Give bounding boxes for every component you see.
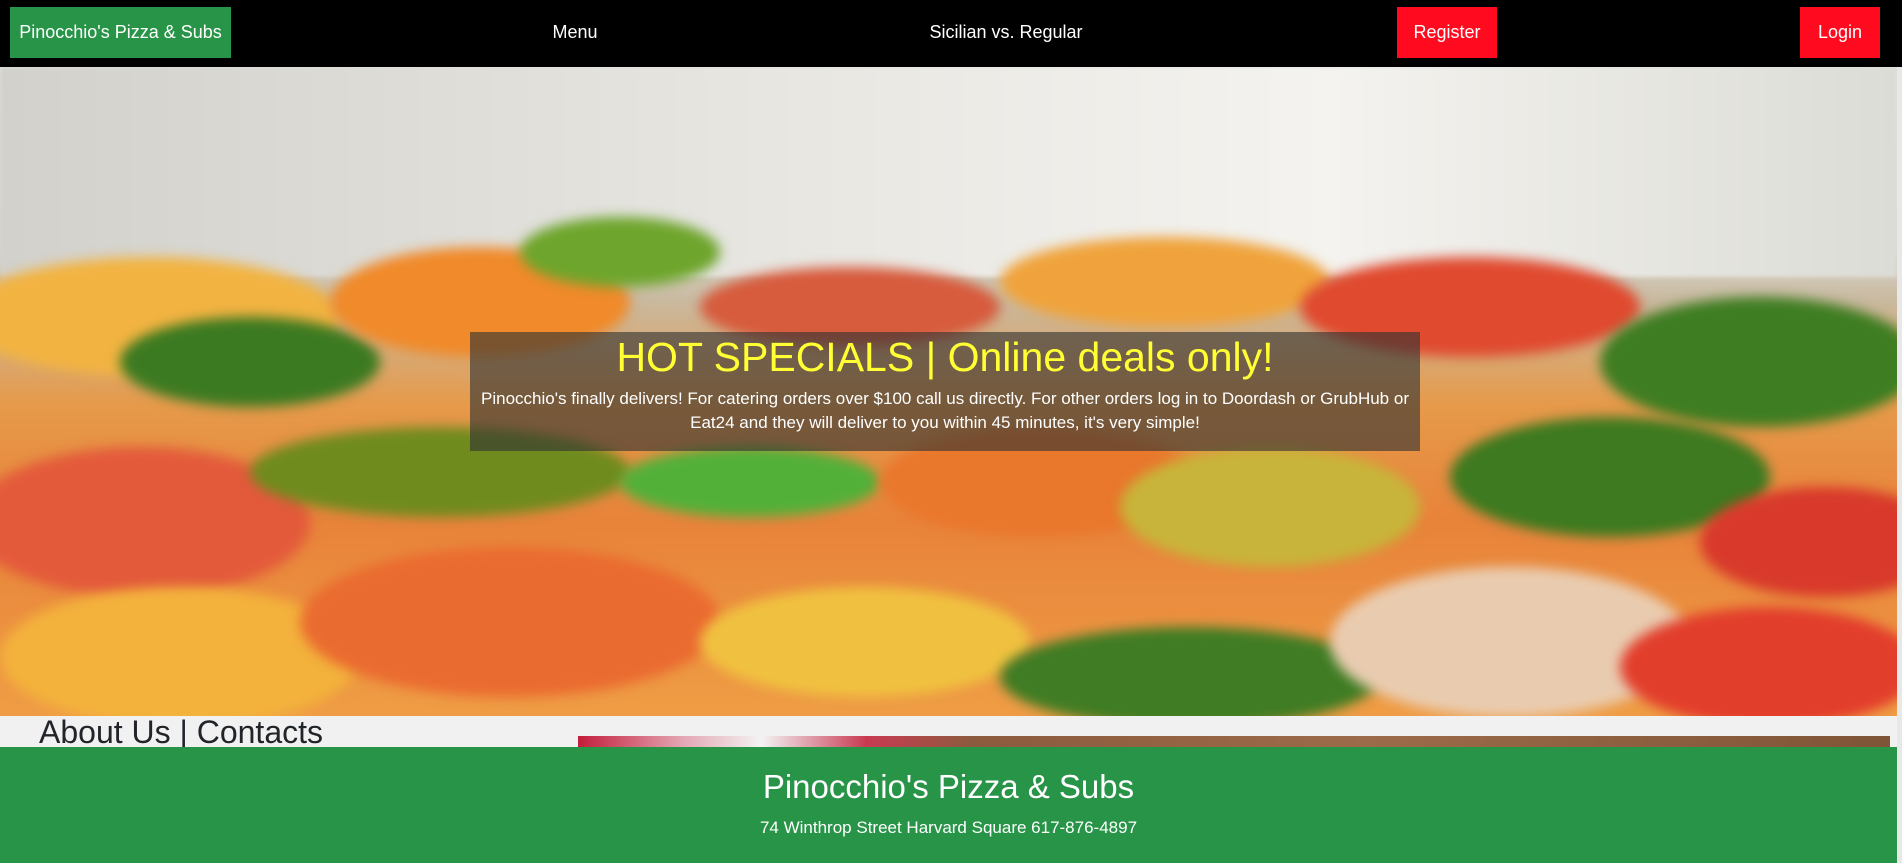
top-navbar: Pinocchio's Pizza & Subs Menu Sicilian v… — [0, 0, 1902, 67]
footer-title: Pinocchio's Pizza & Subs — [762, 768, 1135, 805]
hero-banner: HOT SPECIALS | Online deals only! Pinocc… — [0, 67, 1897, 716]
footer: Pinocchio's Pizza & Subs 74 Winthrop Str… — [0, 747, 1897, 863]
register-button[interactable]: Register — [1397, 7, 1497, 58]
nav-link-sicilian-vs-regular[interactable]: Sicilian vs. Regular — [925, 7, 1087, 58]
login-button[interactable]: Login — [1800, 7, 1880, 58]
page-scrollbar[interactable] — [1897, 67, 1902, 863]
brand-link[interactable]: Pinocchio's Pizza & Subs — [10, 7, 231, 58]
hero-background-photo — [0, 67, 1897, 277]
specials-title: HOT SPECIALS | Online deals only! — [616, 334, 1274, 380]
specials-caption: HOT SPECIALS | Online deals only! Pinocc… — [470, 332, 1420, 451]
specials-description: Pinocchio's finally delivers! For cateri… — [481, 389, 1409, 432]
footer-address: 74 Winthrop Street Harvard Square 617-87… — [759, 818, 1138, 837]
about-title: About Us | Contacts — [39, 714, 323, 750]
nav-link-menu[interactable]: Menu — [535, 7, 615, 58]
